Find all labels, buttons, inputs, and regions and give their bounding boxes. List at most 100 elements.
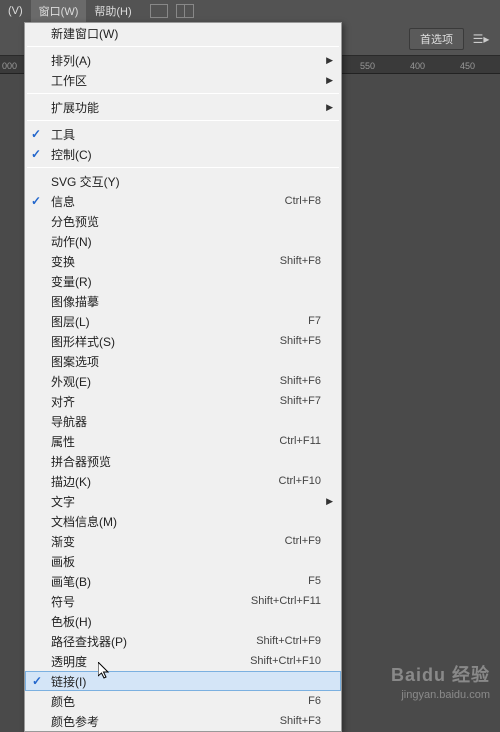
prefs-button[interactable]: 首选项 — [409, 28, 464, 50]
menu-item-label: 文档信息(M) — [51, 513, 321, 530]
menu-item-label: 渐变 — [51, 533, 285, 550]
layout-icon-1[interactable] — [150, 4, 168, 18]
menu-item[interactable]: 描边(K)Ctrl+F10 — [25, 471, 341, 491]
ruler-tick: 000 — [2, 61, 17, 71]
window-menu-dropdown: 新建窗口(W)排列(A)▶工作区▶扩展功能▶✓工具✓控制(C)SVG 交互(Y)… — [24, 22, 342, 732]
menu-item-label: 图像描摹 — [51, 293, 321, 310]
menu-item-label: 画板 — [51, 553, 321, 570]
menu-item[interactable]: 拼合器预览 — [25, 451, 341, 471]
menu-item[interactable]: 动作(N) — [25, 231, 341, 251]
menu-item-shortcut: Shift+F3 — [280, 715, 321, 727]
menu-item-label: 属性 — [51, 433, 279, 450]
menu-separator — [27, 167, 339, 168]
menu-item[interactable]: 扩展功能▶ — [25, 97, 341, 117]
check-icon: ✓ — [32, 674, 42, 688]
menu-item-label: 图案选项 — [51, 353, 321, 370]
submenu-arrow-icon: ▶ — [326, 75, 333, 86]
menu-item-label: 文字 — [51, 493, 321, 510]
menu-item-label: 变换 — [51, 253, 280, 270]
menu-item-shortcut: Ctrl+F10 — [279, 475, 322, 487]
watermark-url: jingyan.baidu.com — [391, 688, 490, 702]
menu-item-label: 透明度 — [51, 653, 250, 670]
menu-item[interactable]: 画板 — [25, 551, 341, 571]
check-icon: ✓ — [31, 127, 41, 141]
menu-separator — [27, 120, 339, 121]
menu-item[interactable]: 文档信息(M) — [25, 511, 341, 531]
layout-icons — [150, 4, 194, 18]
menu-item[interactable]: 文字 ▶ — [25, 491, 341, 511]
menu-item[interactable]: ✓ 控制(C) — [25, 144, 341, 164]
submenu-arrow-icon: ▶ — [326, 55, 333, 66]
check-icon: ✓ — [31, 194, 41, 208]
menu-item-label: 变量(R) — [51, 273, 321, 290]
menu-item-label: 符号 — [51, 593, 251, 610]
menubar: (V) 窗口(W) 帮助(H) — [0, 0, 500, 22]
menu-item[interactable]: ✓ 工具 — [25, 124, 341, 144]
menu-item[interactable]: 工作区 ▶ — [25, 70, 341, 90]
menu-item-label: 拼合器预览 — [51, 453, 321, 470]
menu-item-shortcut: Shift+Ctrl+F9 — [256, 635, 321, 647]
menu-item[interactable]: 变换Shift+F8 — [25, 251, 341, 271]
menu-item-label: 对齐 — [51, 393, 280, 410]
menu-item[interactable]: 图层(L)F7 — [25, 311, 341, 331]
menu-item-label: SVG 交互(Y) — [51, 173, 321, 190]
menu-item[interactable]: 符号Shift+Ctrl+F11 — [25, 591, 341, 611]
menu-item-label: 链接(I) — [51, 673, 321, 690]
menu-item-shortcut: Shift+F7 — [280, 395, 321, 407]
menu-item[interactable]: 色板(H) — [25, 611, 341, 631]
menu-item[interactable]: 外观(E)Shift+F6 — [25, 371, 341, 391]
menu-item-label: 颜色 — [51, 693, 308, 710]
menu-item[interactable]: SVG 交互(Y) — [25, 171, 341, 191]
menu-item[interactable]: 变量(R) — [25, 271, 341, 291]
menu-item-shortcut: Shift+F6 — [280, 375, 321, 387]
menu-item-label: 工具 — [51, 126, 321, 143]
menu-item[interactable]: 渐变Ctrl+F9 — [25, 531, 341, 551]
ruler-tick: 450 — [460, 61, 475, 71]
menu-help[interactable]: 帮助(H) — [86, 0, 139, 22]
menu-item[interactable]: 颜色参考Shift+F3 — [25, 711, 341, 731]
menu-item-shortcut: Shift+F8 — [280, 255, 321, 267]
watermark-brand: Baidu 经验 — [391, 664, 490, 687]
check-icon: ✓ — [31, 147, 41, 161]
menu-item-label: 颜色参考 — [51, 713, 280, 730]
menu-item-label: 扩展功能 — [51, 99, 321, 116]
menu-item-shortcut: Ctrl+F8 — [285, 195, 321, 207]
menu-item-shortcut: Shift+Ctrl+F11 — [251, 595, 321, 607]
menu-item-label: 描边(K) — [51, 473, 279, 490]
menu-item-label: 色板(H) — [51, 613, 321, 630]
layout-icon-2[interactable] — [176, 4, 194, 18]
menu-item[interactable]: 图形样式(S)Shift+F5 — [25, 331, 341, 351]
menu-item-label: 路径查找器(P) — [51, 633, 256, 650]
menu-item[interactable]: 图案选项 — [25, 351, 341, 371]
menu-view[interactable]: (V) — [0, 2, 31, 20]
menu-item-label: 导航器 — [51, 413, 321, 430]
menu-item[interactable]: 属性Ctrl+F11 — [25, 431, 341, 451]
menu-item[interactable]: 导航器 — [25, 411, 341, 431]
menu-item-shortcut: Ctrl+F11 — [279, 435, 321, 447]
menu-item-label: 控制(C) — [51, 146, 321, 163]
menu-item[interactable]: 新建窗口(W) — [25, 23, 341, 43]
menu-item[interactable]: ✓ 链接(I) — [25, 671, 341, 691]
flyout-icon[interactable]: ☰▸ — [470, 28, 492, 50]
menu-item[interactable]: 分色预览 — [25, 211, 341, 231]
submenu-arrow-icon: ▶ — [326, 496, 333, 507]
menu-item-shortcut: F5 — [308, 575, 321, 587]
ruler-tick: 400 — [410, 61, 425, 71]
menu-item[interactable]: 图像描摹 — [25, 291, 341, 311]
menu-item[interactable]: 路径查找器(P)Shift+Ctrl+F9 — [25, 631, 341, 651]
menu-item-label: 排列(A) — [51, 52, 321, 69]
menu-item-label: 画笔(B) — [51, 573, 308, 590]
menu-item-label: 图层(L) — [51, 313, 308, 330]
menu-item-label: 信息 — [51, 193, 285, 210]
menu-item-shortcut: Shift+Ctrl+F10 — [250, 655, 321, 667]
menu-item[interactable]: ✓ 信息Ctrl+F8 — [25, 191, 341, 211]
menu-item[interactable]: 透明度Shift+Ctrl+F10 — [25, 651, 341, 671]
menu-item-label: 工作区 — [51, 72, 321, 89]
menu-item[interactable]: 画笔(B)F5 — [25, 571, 341, 591]
menu-window[interactable]: 窗口(W) — [31, 0, 87, 22]
menu-item[interactable]: 排列(A) ▶ — [25, 50, 341, 70]
menu-item-label: 新建窗口(W) — [51, 25, 321, 42]
menu-item[interactable]: 对齐Shift+F7 — [25, 391, 341, 411]
watermark: Baidu 经验 jingyan.baidu.com — [391, 664, 490, 702]
menu-item[interactable]: 颜色F6 — [25, 691, 341, 711]
